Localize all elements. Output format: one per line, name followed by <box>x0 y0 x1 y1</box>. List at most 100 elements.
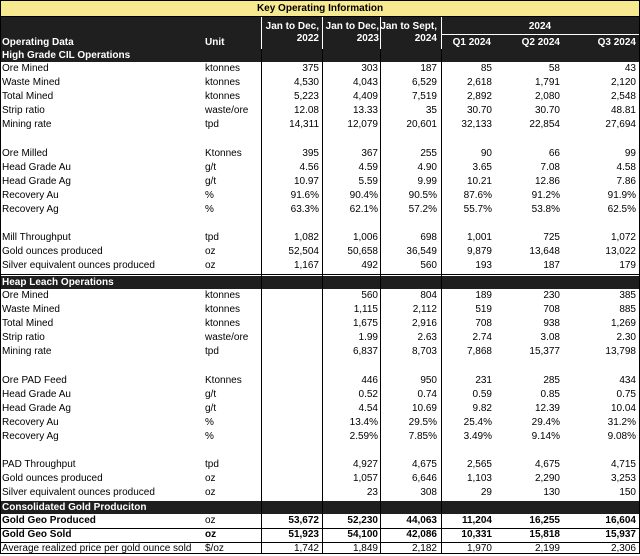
row-value: 30.70 <box>466 105 492 117</box>
row-value: 1,103 <box>466 473 492 485</box>
row-value: 7.85% <box>408 431 437 442</box>
row-value: 7.08 <box>540 161 560 173</box>
table-row: Ore Mined ktonnes 375 303 187 85 58 43 <box>0 62 640 76</box>
table-row: Strip ratio waste/ore 12.08 13.33 35 30.70 30.… <box>0 104 640 118</box>
row-value: 22,854 <box>529 119 560 131</box>
row-label: Waste Mined <box>2 77 60 89</box>
row-value: 4.58 <box>616 161 636 173</box>
row-label: Head Grade Au <box>2 388 71 400</box>
row-label: Gold Geo Sold <box>2 529 72 541</box>
row-value: 16,604 <box>605 515 636 526</box>
row-value: 2,112 <box>412 304 437 316</box>
row-value: 3,253 <box>610 473 636 485</box>
table-header: Operating Data Unit Jan to Dec, 2022 Jan… <box>0 17 640 49</box>
row-value: 285 <box>543 374 560 386</box>
row-value: 85 <box>480 63 492 74</box>
section-header: High Grade CIL Operations <box>0 49 640 62</box>
row-value: 1,057 <box>352 473 378 485</box>
row-label: Mining rate <box>2 119 52 131</box>
row-value: 9.99 <box>417 175 437 187</box>
table-row: Head Grade Au g/t 4.56 4.59 4.90 3.65 7.08 4.58 <box>0 161 640 175</box>
row-value: 130 <box>543 487 560 499</box>
row-value: 6,529 <box>411 77 437 89</box>
row-value: 1,082 <box>293 232 319 244</box>
row-value: 52,504 <box>288 246 319 258</box>
row-value: 179 <box>619 260 636 272</box>
row-value: 10.69 <box>411 402 437 414</box>
row-value: 10.97 <box>293 175 319 187</box>
row-value: 6,837 <box>352 346 378 358</box>
row-value: 4.59 <box>358 161 378 173</box>
row-value: 367 <box>361 147 378 159</box>
row-value: 560 <box>361 290 378 301</box>
row-value: 62.1% <box>349 204 378 215</box>
table-row <box>0 133 640 147</box>
table-row: Silver equivalent ounces produced oz 23 308… <box>0 486 640 500</box>
row-label: Head Grade Ag <box>2 402 71 414</box>
row-unit: oz <box>205 473 216 485</box>
row-label: Ore PAD Feed <box>2 374 67 386</box>
row-label: Head Grade Au <box>2 161 71 173</box>
row-unit: % <box>205 189 214 201</box>
row-unit: ktonnes <box>205 77 241 89</box>
row-label: Ore Mined <box>2 63 49 74</box>
table-row: Strip ratio waste/ore 1.99 2.63 2.74 3.08 2.30 <box>0 331 640 345</box>
row-label: Mining rate <box>2 346 52 358</box>
header-col-2024-line2: 2024 <box>414 33 437 44</box>
header-col-2022-line1: Jan to Dec, <box>265 21 319 32</box>
column-divider <box>441 49 442 554</box>
row-unit: waste/ore <box>205 332 249 344</box>
row-unit: % <box>205 204 214 215</box>
table-row: Recovery Ag% 2.59% 7.85% 3.49% 9.14% 9.08% <box>0 430 640 444</box>
row-value: 32,133 <box>461 119 492 131</box>
row-unit: ktonnes <box>205 63 241 74</box>
row-value: 90.5% <box>408 189 437 201</box>
row-value: 708 <box>543 304 560 316</box>
row-label: Mill Throughput <box>2 232 71 244</box>
row-value: 2,080 <box>534 91 560 103</box>
row-value: 12,079 <box>347 119 378 131</box>
row-value: 4.54 <box>358 402 378 414</box>
header-col-2023-line1: Jan to Dec, <box>325 21 379 32</box>
row-value: 42,086 <box>406 529 437 541</box>
row-value: 12.08 <box>293 105 319 117</box>
row-label: Strip ratio <box>2 105 45 117</box>
row-value: 48.81 <box>610 105 636 117</box>
section-header: Heap Leach Operations <box>0 276 640 289</box>
row-value: 16,255 <box>529 515 560 526</box>
row-value: 4.56 <box>299 161 319 173</box>
row-value: 434 <box>619 374 636 386</box>
row-value: 189 <box>475 290 492 301</box>
row-value: 54,100 <box>347 529 378 541</box>
table-title: Key Operating Information <box>0 0 640 17</box>
row-value: 2,892 <box>466 91 492 103</box>
row-value: 91.2% <box>531 189 560 201</box>
row-value: 11,204 <box>461 515 492 526</box>
row-value: 938 <box>543 318 560 330</box>
header-divider <box>261 17 262 49</box>
row-value: 1,006 <box>352 232 378 244</box>
row-value: 6,646 <box>411 473 437 485</box>
row-value: 12.86 <box>534 175 560 187</box>
row-value: 0.59 <box>472 388 492 400</box>
row-unit: g/t <box>205 402 217 414</box>
row-unit: oz <box>205 246 216 258</box>
row-value: 2.63 <box>417 332 437 344</box>
table-row: Mining rate tpd 6,837 8,703 7,868 15,377 13,79… <box>0 345 640 359</box>
row-value: 1,072 <box>610 232 636 244</box>
row-value: 1,269 <box>610 318 636 330</box>
row-value: 91.6% <box>290 189 319 201</box>
header-divider <box>441 34 640 35</box>
row-value: 187 <box>543 260 560 272</box>
row-unit: tpd <box>205 232 219 244</box>
row-value: 87.6% <box>463 189 492 201</box>
row-value: 52,230 <box>347 515 378 526</box>
row-value: 12.39 <box>534 402 560 414</box>
row-value: 4,927 <box>352 459 378 471</box>
table-row: Recovery Au% 91.6% 90.4% 90.5% 87.6% 91.2% 91.… <box>0 189 640 203</box>
row-label: Total Mined <box>2 91 54 103</box>
row-value: 29.5% <box>408 416 437 428</box>
row-value: 20,601 <box>406 119 437 131</box>
header-divider <box>322 17 323 49</box>
row-value: 91.9% <box>607 189 636 201</box>
